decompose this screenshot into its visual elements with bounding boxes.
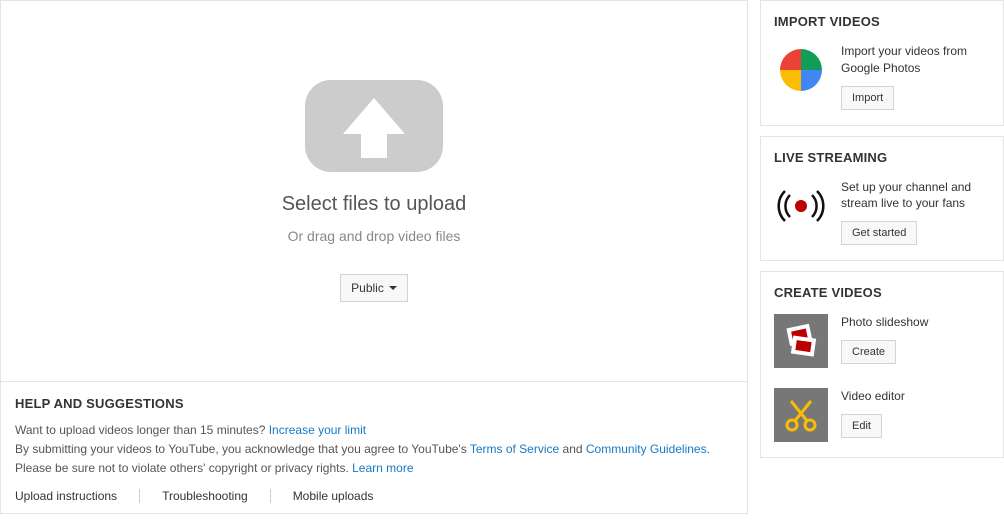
tos-link[interactable]: Terms of Service — [470, 442, 559, 456]
live-desc: Set up your channel and stream live to y… — [841, 179, 990, 213]
guidelines-link[interactable]: Community Guidelines — [586, 442, 707, 456]
create-videos-card: CREATE VIDEOS Photo slideshow Create — [760, 271, 1004, 458]
privacy-label: Public — [351, 281, 384, 295]
help-heading: HELP AND SUGGESTIONS — [15, 396, 733, 411]
live-streaming-card: LIVE STREAMING Set up your channel and s… — [760, 136, 1004, 262]
slideshow-title: Photo slideshow — [841, 314, 928, 331]
live-heading: LIVE STREAMING — [774, 150, 990, 165]
increase-limit-link[interactable]: Increase your limit — [269, 423, 366, 437]
upload-subtitle: Or drag and drop video files — [288, 228, 461, 244]
create-heading: CREATE VIDEOS — [774, 285, 990, 300]
help-panel: HELP AND SUGGESTIONS Want to upload vide… — [0, 382, 748, 514]
upload-arrow-icon — [305, 80, 443, 175]
troubleshooting-link[interactable]: Troubleshooting — [140, 489, 271, 503]
create-slideshow-button[interactable]: Create — [841, 340, 896, 364]
mobile-uploads-link[interactable]: Mobile uploads — [271, 489, 396, 503]
editor-title: Video editor — [841, 388, 905, 405]
import-desc: Import your videos from Google Photos — [841, 43, 990, 77]
live-broadcast-icon — [774, 179, 828, 233]
get-started-button[interactable]: Get started — [841, 221, 917, 245]
upload-dropzone[interactable]: Select files to upload Or drag and drop … — [0, 0, 748, 382]
import-videos-card: IMPORT VIDEOS Import your videos from Go… — [760, 0, 1004, 126]
slideshow-icon — [774, 314, 828, 368]
upload-instructions-link[interactable]: Upload instructions — [15, 489, 140, 503]
edit-video-button[interactable]: Edit — [841, 414, 882, 438]
scissors-icon — [774, 388, 828, 442]
learn-more-link[interactable]: Learn more — [352, 461, 413, 475]
import-button[interactable]: Import — [841, 86, 894, 110]
privacy-dropdown[interactable]: Public — [340, 274, 408, 302]
google-photos-icon — [774, 43, 828, 97]
import-heading: IMPORT VIDEOS — [774, 14, 990, 29]
chevron-down-icon — [389, 286, 397, 290]
upload-title: Select files to upload — [282, 193, 467, 216]
help-links-row: Upload instructions Troubleshooting Mobi… — [15, 489, 733, 503]
